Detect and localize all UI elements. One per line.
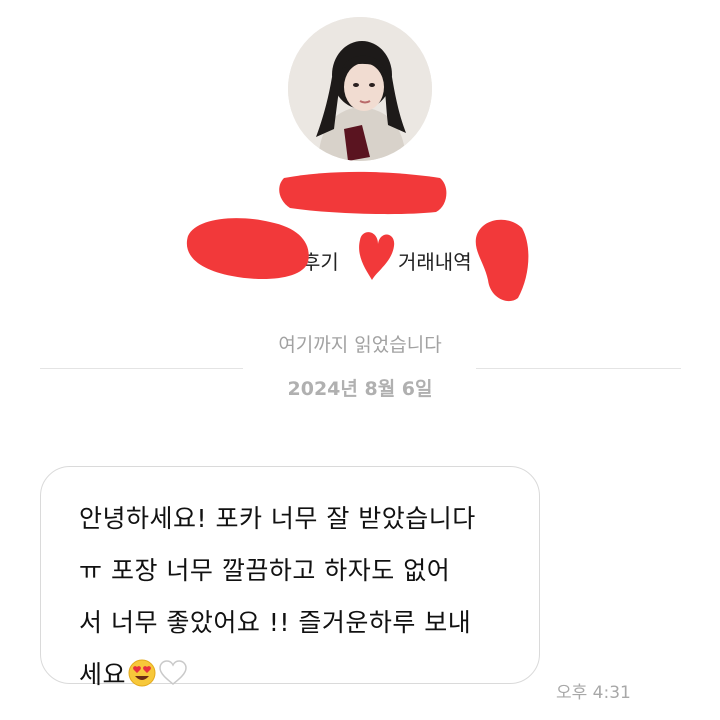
smiling-face-with-heart-eyes-icon (128, 659, 156, 687)
profile-links: 후기 거래내역 (0, 240, 720, 280)
review-link[interactable]: 후기 (302, 246, 339, 275)
message-line-last: 세요 (79, 649, 519, 701)
divider-right (476, 368, 681, 369)
message-bubble[interactable]: 안녕하세요! 포카 너무 잘 받았습니다 ㅠ 포장 너무 깔끔하고 하자도 없어… (40, 466, 540, 689)
avatar-photo (288, 17, 432, 161)
message-line: 서 너무 좋았어요 !! 즐거운하루 보내 (79, 608, 472, 637)
message-line: 안녕하세요! 포카 너무 잘 받았습니다 (79, 504, 476, 533)
profile-avatar[interactable] (288, 17, 432, 161)
read-marker: 여기까지 읽었습니다 (278, 334, 442, 356)
message-line: ㅠ 포장 너무 깔끔하고 하자도 없어 (79, 556, 451, 585)
message-timestamp: 오후 4:31 (556, 683, 631, 703)
divider-left (40, 368, 243, 369)
white-heart-icon (158, 659, 188, 687)
transaction-history-link[interactable]: 거래내역 (398, 246, 472, 275)
date-separator: 2024년 8월 6일 (287, 378, 433, 400)
message-line-text: 세요 (79, 660, 127, 689)
